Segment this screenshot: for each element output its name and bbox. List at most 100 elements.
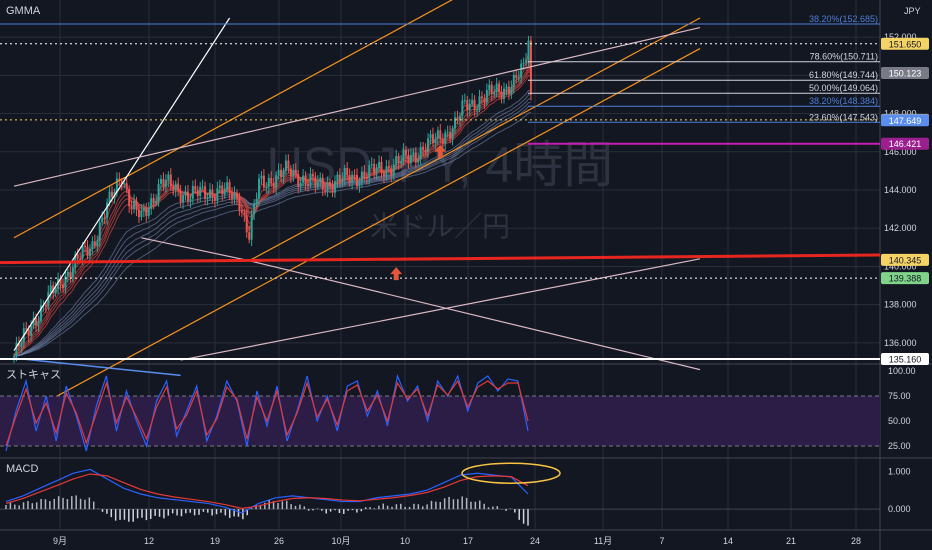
candle-body — [223, 188, 226, 195]
candle-body — [351, 174, 354, 183]
candle-body — [54, 288, 57, 294]
candle-body — [233, 192, 236, 200]
candle-body — [189, 198, 192, 202]
y-tick-label: 136.000 — [884, 338, 917, 348]
candle-body — [515, 74, 518, 78]
candle-body — [370, 163, 373, 166]
candle-body — [441, 139, 444, 144]
candle-body — [258, 178, 260, 200]
fib-level-label: 38.20%(152.685) — [809, 14, 878, 24]
stoch-band — [0, 396, 880, 446]
candle-body — [155, 200, 158, 204]
candle-body — [311, 174, 314, 177]
candle-body — [69, 271, 72, 278]
x-tick-label: 24 — [530, 536, 540, 546]
candle-body — [133, 200, 136, 210]
panel-title-main: GMMA — [6, 5, 41, 17]
candle-body — [145, 207, 148, 217]
candle-body — [375, 167, 378, 174]
stoch-y-tick: 75.00 — [888, 391, 911, 401]
axis-unit: JPY — [904, 6, 921, 16]
candle-body — [91, 241, 94, 249]
candle-body — [270, 177, 273, 184]
candle-body — [289, 168, 292, 177]
candle-body — [76, 254, 79, 259]
candle-body — [169, 174, 172, 187]
candle-body — [436, 130, 439, 139]
candle-body — [427, 138, 430, 152]
candle-body — [458, 115, 461, 120]
candle-body — [333, 181, 336, 193]
candle-body — [454, 117, 456, 129]
candle-body — [395, 156, 398, 165]
fib-level-label: 23.60%(147.543) — [809, 112, 878, 122]
x-tick-label: 28 — [851, 536, 861, 546]
candle-body — [287, 160, 290, 169]
candle-body — [157, 183, 160, 201]
candle-body — [363, 171, 366, 178]
candle-body — [218, 185, 221, 189]
candle-body — [213, 197, 216, 201]
candle-body — [378, 161, 381, 168]
candle-body — [44, 305, 47, 307]
candle-body — [130, 206, 133, 210]
candle-body — [473, 99, 476, 111]
candle-body — [331, 186, 334, 193]
candle-body — [341, 178, 344, 183]
candle-body — [422, 146, 425, 150]
fib-level-label: 61.80%(149.744) — [809, 70, 878, 80]
candle-body — [250, 214, 253, 240]
y-tick-label: 142.000 — [884, 223, 917, 233]
candle-body — [336, 174, 339, 182]
candle-body — [81, 245, 84, 259]
candle-body — [466, 100, 469, 111]
candle-body — [522, 62, 525, 64]
candle-body — [471, 99, 474, 104]
candle-body — [358, 181, 361, 187]
candle-body — [446, 131, 449, 133]
candle-body — [260, 175, 263, 179]
candle-body — [348, 175, 351, 183]
price-tag-label: 151.650 — [889, 39, 922, 49]
candle-body — [211, 189, 214, 198]
candle-body — [226, 182, 229, 189]
candle-body — [527, 40, 530, 60]
candle-body — [265, 187, 268, 189]
candle-body — [498, 83, 501, 92]
candle-body — [30, 325, 33, 336]
candle-body — [505, 86, 508, 89]
candle-body — [309, 174, 312, 186]
candle-body — [480, 96, 483, 99]
candle-body — [510, 86, 513, 95]
candle-body — [253, 204, 256, 215]
candle-body — [417, 159, 420, 163]
stoch-y-tick: 25.00 — [888, 441, 911, 451]
candle-body — [392, 164, 395, 176]
chart-canvas: USDJPY, 4時間米ドル／円38.20%(152.685)78.60%(15… — [0, 0, 932, 550]
candle-body — [304, 175, 307, 185]
candle-body — [137, 209, 140, 218]
candle-body — [231, 193, 234, 200]
candle-body — [84, 245, 87, 247]
candle-body — [164, 179, 167, 188]
candle-body — [125, 183, 128, 189]
candle-body — [390, 168, 393, 176]
background — [0, 0, 932, 550]
y-tick-label: 138.000 — [884, 300, 917, 310]
candle-body — [529, 40, 532, 95]
candle-body — [319, 177, 322, 182]
candle-body — [98, 222, 101, 241]
candle-body — [179, 191, 182, 203]
candle-body — [407, 154, 410, 164]
candle-body — [380, 161, 383, 173]
fib-level-label: 78.60%(150.711) — [810, 52, 878, 62]
x-tick-label: 21 — [786, 536, 796, 546]
candle-body — [412, 152, 415, 156]
candle-body — [439, 130, 442, 140]
candle-body — [525, 59, 528, 63]
candle-body — [243, 212, 246, 216]
candle-body — [49, 285, 52, 293]
candle-body — [262, 175, 265, 188]
candle-body — [520, 63, 523, 78]
candle-body — [216, 188, 219, 201]
